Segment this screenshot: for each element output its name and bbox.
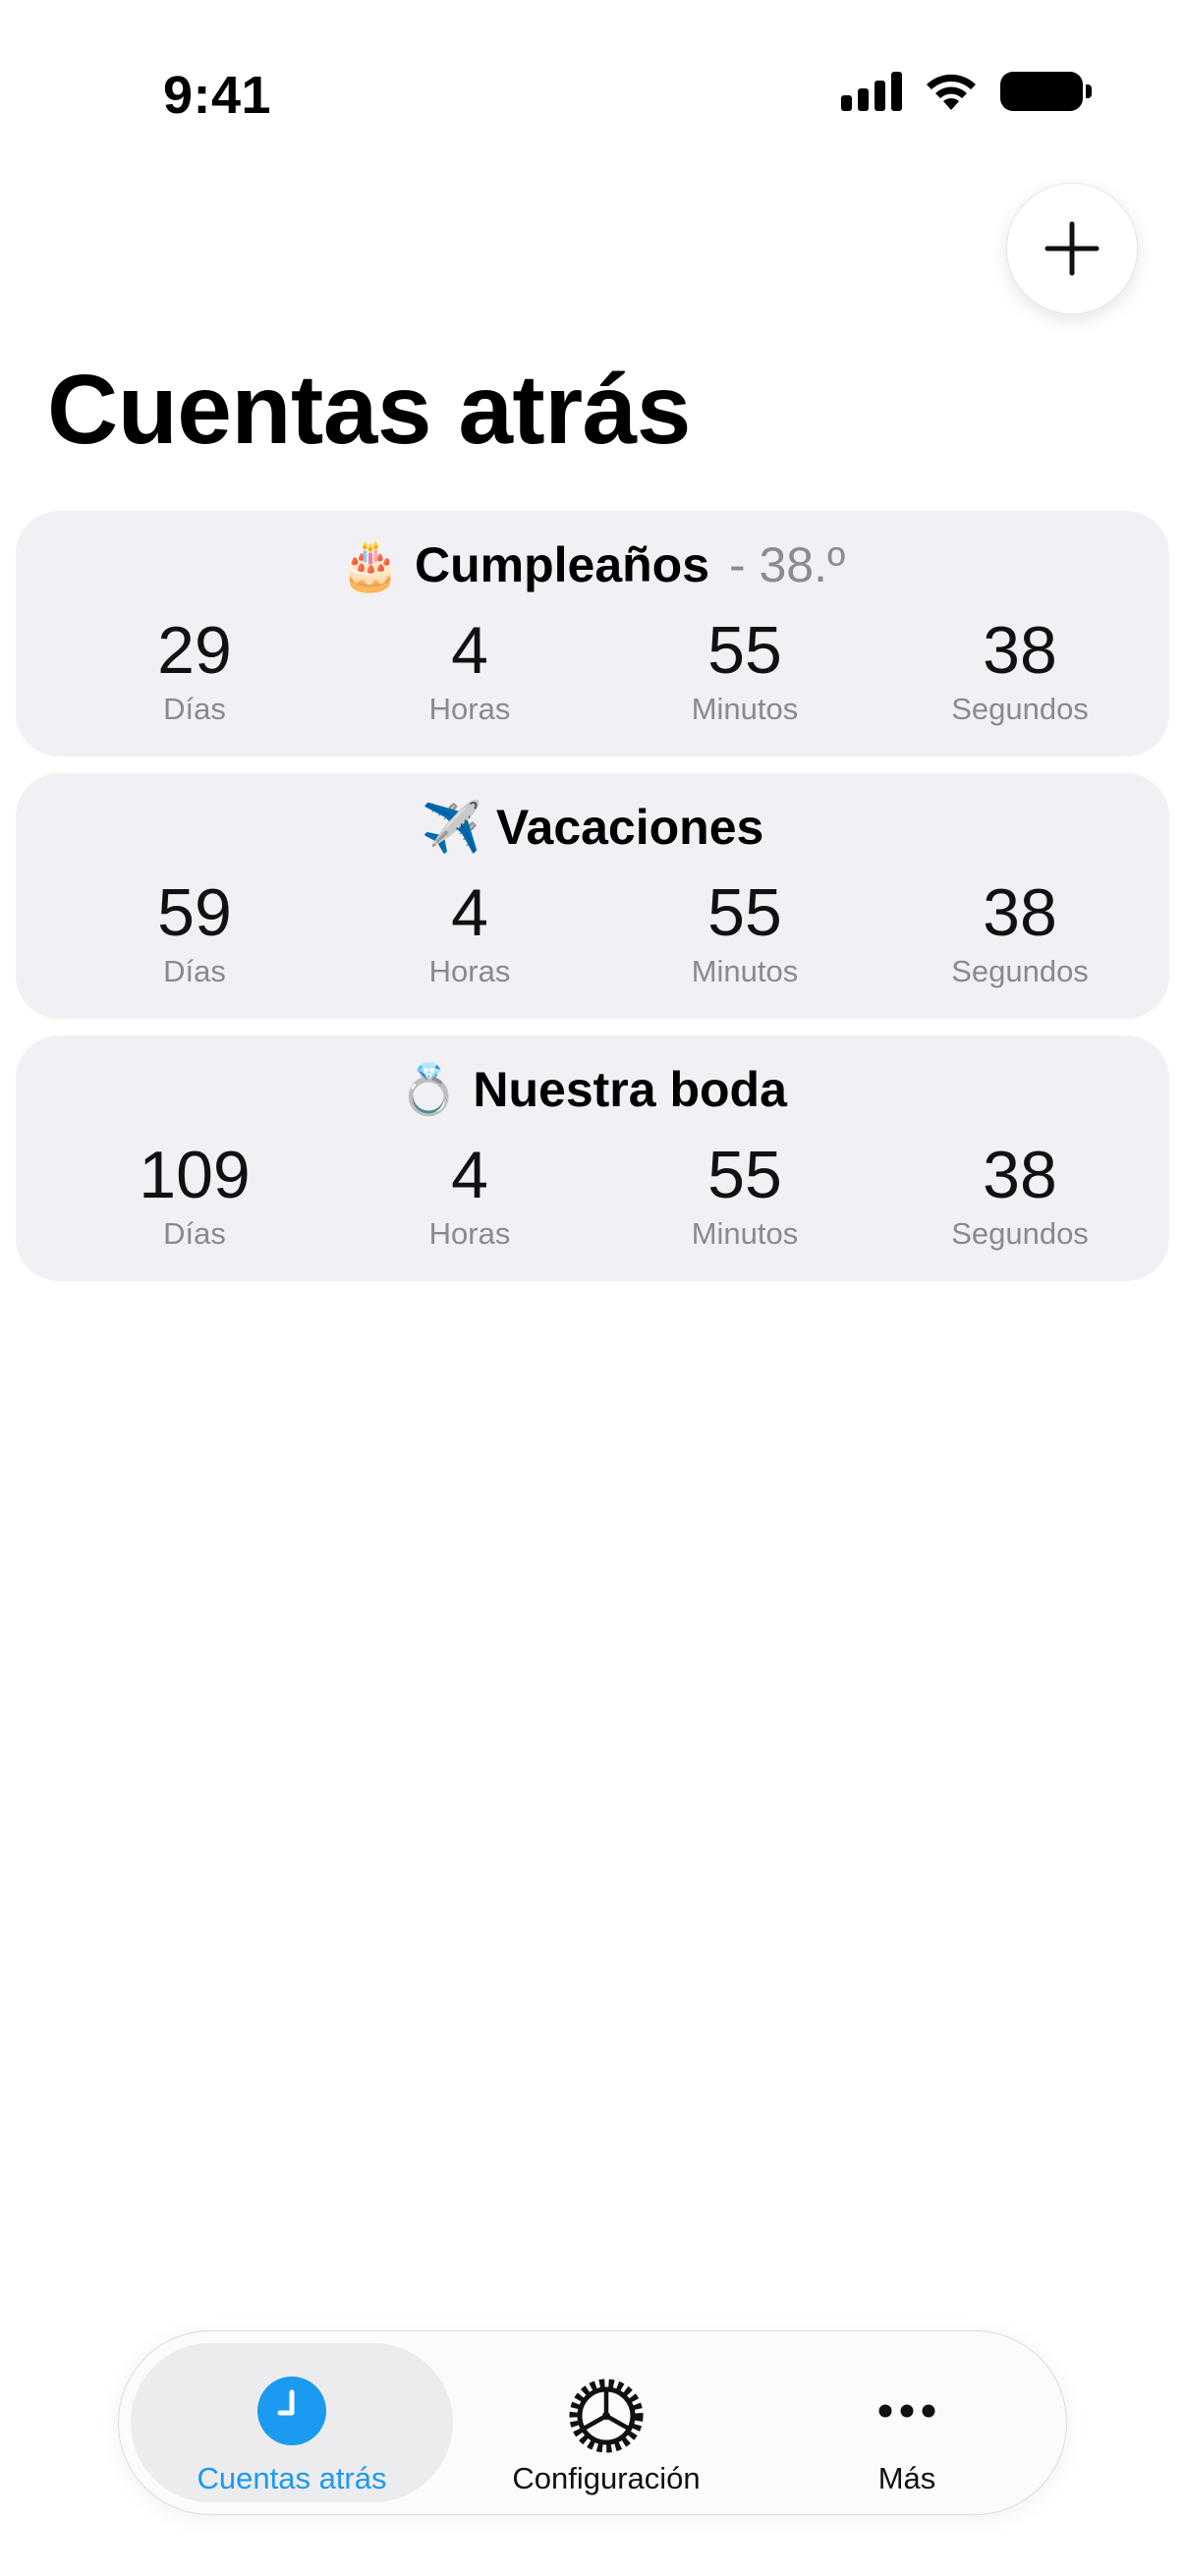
minutes-unit: 55 Minutos xyxy=(617,1142,873,1252)
cellular-signal-icon xyxy=(841,72,902,111)
tab-label: Más xyxy=(877,2461,936,2495)
countdown-name: Nuestra boda xyxy=(473,1062,787,1117)
days-unit: 59 Días xyxy=(67,879,322,989)
minutes-value: 55 xyxy=(707,1138,782,1212)
airplane-icon: ✈️ xyxy=(421,800,482,855)
status-time: 9:41 xyxy=(163,66,272,125)
minutes-unit: 55 Minutos xyxy=(617,617,873,727)
tab-more[interactable]: Más xyxy=(760,2343,1054,2502)
days-label: Días xyxy=(163,692,226,726)
days-label: Días xyxy=(163,954,226,988)
ring-icon: 💍 xyxy=(398,1062,460,1117)
seconds-value: 38 xyxy=(983,875,1057,950)
hours-unit: 4 Horas xyxy=(342,879,597,989)
hours-value: 4 xyxy=(451,875,488,950)
tab-countdowns[interactable]: Cuentas atrás xyxy=(131,2343,453,2502)
hours-value: 4 xyxy=(451,1138,488,1212)
clock-icon xyxy=(257,2377,326,2445)
countdown-title: ✈️ Vacaciones xyxy=(16,799,1169,857)
days-value: 29 xyxy=(157,613,232,688)
countdown-title: 🎂 Cumpleaños - 38.º xyxy=(16,536,1169,594)
page-title: Cuentas atrás xyxy=(47,355,691,465)
days-unit: 29 Días xyxy=(67,617,322,727)
tab-label: Cuentas atrás xyxy=(197,2461,387,2495)
tab-label: Configuración xyxy=(512,2461,701,2495)
seconds-unit: 38 Segundos xyxy=(892,1142,1148,1252)
hours-label: Horas xyxy=(428,1216,511,1251)
seconds-label: Segundos xyxy=(951,692,1089,726)
minutes-label: Minutos xyxy=(691,692,799,726)
hours-label: Horas xyxy=(428,954,511,988)
minutes-value: 55 xyxy=(707,875,782,950)
add-countdown-button[interactable] xyxy=(1006,183,1138,314)
hours-unit: 4 Horas xyxy=(342,1142,597,1252)
wifi-icon xyxy=(927,74,976,110)
tab-bar: Cuentas atrás Configuración Más xyxy=(118,2330,1067,2515)
days-unit: 109 Días xyxy=(67,1142,322,1252)
countdown-title: 💍 Nuestra boda xyxy=(16,1061,1169,1119)
countdown-ordinal: - 38.º xyxy=(728,537,846,592)
hours-unit: 4 Horas xyxy=(342,617,597,727)
countdown-units: 59 Días 4 Horas 55 Minutos 38 Segundos xyxy=(16,879,1169,1007)
gear-icon xyxy=(569,2379,644,2453)
days-label: Días xyxy=(163,1216,226,1251)
countdown-card-vacation[interactable]: ✈️ Vacaciones 59 Días 4 Horas 55 Minutos 38 S… xyxy=(16,773,1169,1019)
seconds-unit: 38 Segundos xyxy=(892,617,1148,727)
birthday-cake-icon: 🎂 xyxy=(339,537,401,592)
minutes-unit: 55 Minutos xyxy=(617,879,873,989)
countdown-card-birthday[interactable]: 🎂 Cumpleaños - 38.º 29 Días 4 Horas 55 Minut… xyxy=(16,511,1169,756)
minutes-value: 55 xyxy=(707,613,782,688)
countdown-units: 109 Días 4 Horas 55 Minutos 38 Segundos xyxy=(16,1142,1169,1269)
seconds-label: Segundos xyxy=(951,1216,1089,1251)
tab-settings[interactable]: Configuración xyxy=(459,2343,754,2502)
minutes-label: Minutos xyxy=(691,1216,799,1251)
days-value: 109 xyxy=(139,1138,251,1212)
battery-icon xyxy=(1000,72,1092,111)
seconds-label: Segundos xyxy=(951,954,1089,988)
seconds-value: 38 xyxy=(983,613,1057,688)
countdown-name: Cumpleaños xyxy=(414,537,710,592)
screen: 9:41 Cuentas atrás 🎂 Cumpleaños - 38.º 29… xyxy=(0,0,1185,2576)
minutes-label: Minutos xyxy=(691,954,799,988)
status-icons xyxy=(841,71,1092,112)
seconds-unit: 38 Segundos xyxy=(892,879,1148,989)
days-value: 59 xyxy=(157,875,232,950)
countdown-name: Vacaciones xyxy=(495,800,764,855)
countdown-list: 🎂 Cumpleaños - 38.º 29 Días 4 Horas 55 Minut… xyxy=(16,511,1169,1298)
plus-icon xyxy=(1044,221,1100,276)
countdown-card-wedding[interactable]: 💍 Nuestra boda 109 Días 4 Horas 55 Minutos 3… xyxy=(16,1036,1169,1281)
hours-label: Horas xyxy=(428,692,511,726)
seconds-value: 38 xyxy=(983,1138,1057,1212)
ellipsis-icon xyxy=(878,2404,935,2418)
countdown-units: 29 Días 4 Horas 55 Minutos 38 Segundos xyxy=(16,617,1169,745)
hours-value: 4 xyxy=(451,613,488,688)
